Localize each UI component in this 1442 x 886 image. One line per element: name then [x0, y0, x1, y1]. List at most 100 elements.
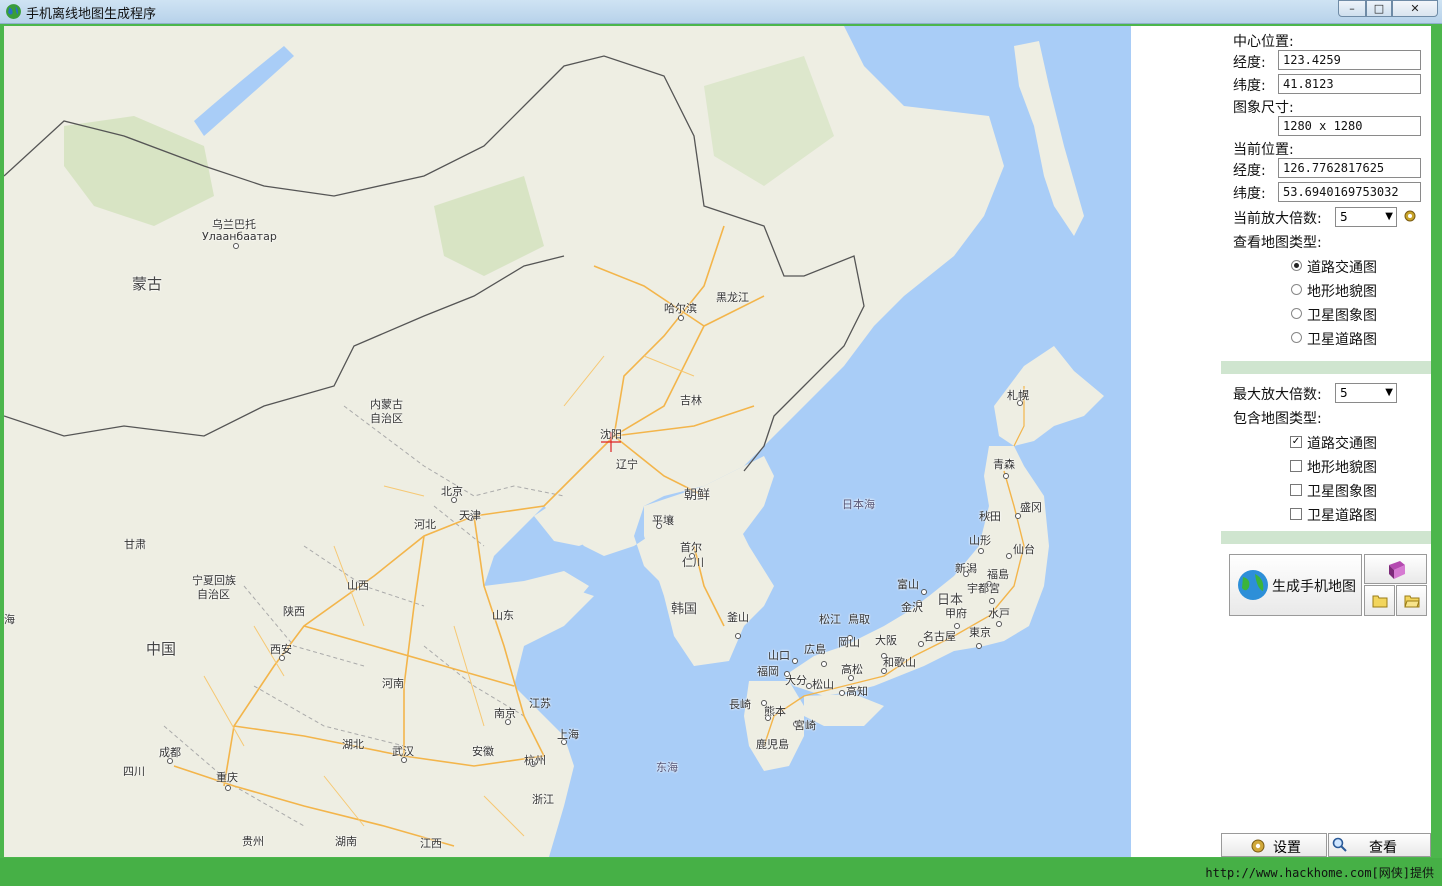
map-label-kagoshima: 鹿児島 — [756, 738, 789, 751]
view-type-option-label[interactable]: 卫星道路图 — [1307, 329, 1377, 349]
map-label-yamagata: 山形 — [969, 534, 991, 547]
map-label-jilin: 吉林 — [680, 394, 702, 407]
map-label-xian: 西安 — [270, 643, 292, 656]
view-type-option-label[interactable]: 地形地貌图 — [1307, 281, 1377, 301]
include-type-checkbox[interactable] — [1290, 508, 1302, 520]
app-window: 手机离线地图生成程序 – □ ✕ 乌兰巴托 Улаанбаатар 蒙古 内蒙古… — [0, 0, 1442, 886]
search-icon — [1332, 837, 1347, 852]
view-button-label: 查看 — [1369, 840, 1397, 856]
map-label-ulaanbaatar-ru: Улаанбаатар — [202, 230, 277, 243]
zoom-label: 当前放大倍数: — [1233, 211, 1322, 227]
map-label-utsunomiya: 宇都宮 — [967, 582, 1000, 595]
map-label-guizhou: 贵州 — [242, 835, 264, 848]
dropdown-arrow-icon: ▼ — [1385, 387, 1393, 398]
map-label-chongqing: 重庆 — [216, 771, 238, 784]
map-label-mito: 水戸 — [988, 607, 1010, 620]
map-label-okayama: 岡山 — [838, 636, 860, 649]
map-label-north-korea: 朝鲜 — [684, 488, 711, 503]
window-title: 手机离线地图生成程序 — [26, 7, 157, 22]
generate-mobile-map-button[interactable]: 生成手机地图 — [1229, 554, 1362, 616]
globe-icon — [1238, 570, 1268, 600]
status-text: http://www.hackhome.com[网侠]提供 — [1205, 866, 1434, 880]
map-label-shaanxi: 陕西 — [283, 605, 305, 618]
map-label-china: 中国 — [146, 640, 177, 658]
map-label-sea-west: 海 — [4, 613, 15, 626]
center-position-title: 中心位置: — [1233, 34, 1294, 50]
map-label-morioka: 盛冈 — [1020, 501, 1042, 514]
include-type-checkbox[interactable] — [1290, 460, 1302, 472]
map-label-matsuyama: 松山 — [812, 678, 834, 691]
map-label-hangzhou: 杭州 — [524, 754, 546, 767]
settings-button-label: 设置 — [1273, 840, 1301, 856]
map-label-shanxi: 山西 — [347, 579, 369, 592]
globe-icon — [6, 4, 21, 19]
view-type-option-label[interactable]: 卫星图象图 — [1307, 305, 1377, 325]
view-button[interactable]: 查看 — [1328, 833, 1431, 857]
help-book-button[interactable] — [1364, 554, 1427, 584]
settings-gear-icon[interactable] — [1402, 208, 1418, 224]
center-lat-input[interactable]: 41.8123 — [1278, 74, 1421, 94]
separator — [1221, 361, 1431, 374]
include-type-option-label[interactable]: 卫星道路图 — [1307, 505, 1377, 525]
map-label-matsue: 松江 — [819, 613, 841, 626]
include-type-option-label[interactable]: 卫星图象图 — [1307, 481, 1377, 501]
center-lat-label: 纬度: — [1233, 78, 1266, 94]
map-label-nanjing: 南京 — [494, 707, 516, 720]
folder-icon — [1372, 595, 1388, 608]
max-zoom-select[interactable]: 5 ▼ — [1335, 383, 1397, 403]
current-lon-input[interactable]: 126.7762817625 — [1278, 158, 1421, 178]
map-label-gansu: 甘肃 — [124, 538, 146, 551]
panel-gutter — [1131, 26, 1219, 857]
map-label-sendai: 仙台 — [1013, 543, 1035, 556]
map-label-anhui: 安徽 — [472, 745, 494, 758]
map-label-miyazaki: 宮崎 — [794, 719, 816, 732]
view-type-radio[interactable] — [1291, 284, 1302, 295]
save-folder-button[interactable] — [1396, 585, 1427, 616]
map-label-jiangsu: 江苏 — [529, 697, 551, 710]
view-type-option-label[interactable]: 道路交通图 — [1307, 257, 1377, 277]
gear-icon — [1251, 839, 1265, 853]
map-label-beijing: 北京 — [441, 485, 463, 498]
dropdown-arrow-icon: ▼ — [1385, 211, 1393, 222]
map-label-incheon: 仁川 — [682, 556, 704, 569]
generate-button-label: 生成手机地图 — [1272, 579, 1356, 595]
separator — [1221, 531, 1431, 544]
open-folder-button[interactable] — [1364, 585, 1395, 616]
map-label-shenyang: 沈阳 — [600, 428, 622, 441]
current-lat-input[interactable]: 53.6940169753032 — [1278, 182, 1421, 202]
maximize-button[interactable]: □ — [1366, 0, 1392, 17]
image-size-input[interactable]: 1280 x 1280 — [1278, 116, 1421, 136]
map-label-sapporo: 札幌 — [1007, 389, 1029, 402]
max-zoom-select-value: 5 — [1340, 386, 1348, 400]
include-type-option-label[interactable]: 道路交通图 — [1307, 433, 1377, 453]
minimize-button[interactable]: – — [1338, 0, 1366, 17]
center-lon-input[interactable]: 123.4259 — [1278, 50, 1421, 70]
view-type-radio[interactable] — [1291, 308, 1302, 319]
map-label-aomori: 青森 — [993, 458, 1015, 471]
include-type-option-label[interactable]: 地形地貌图 — [1307, 457, 1377, 477]
current-lat-label: 纬度: — [1233, 186, 1266, 202]
map-label-tokyo: 東京 — [969, 626, 991, 639]
status-bar: http://www.hackhome.com[网侠]提供 — [0, 858, 1442, 886]
map-label-niigata: 新潟 — [955, 562, 977, 575]
map-label-hunan: 湖南 — [335, 835, 357, 848]
close-button[interactable]: ✕ — [1392, 0, 1438, 17]
map-label-tottori: 鳥取 — [848, 613, 870, 626]
map-label-inner-mongolia-2: 自治区 — [370, 412, 403, 425]
map-label-kanazawa: 金沢 — [901, 601, 923, 614]
settings-button[interactable]: 设置 — [1221, 833, 1327, 857]
map-view[interactable]: 乌兰巴托 Улаанбаатар 蒙古 内蒙古 自治区 黑龙江 哈尔滨 吉林 沈… — [4, 26, 1131, 857]
map-label-wuhan: 武汉 — [392, 745, 414, 758]
map-label-sichuan: 四川 — [123, 765, 145, 778]
map-label-nagoya: 名古屋 — [923, 630, 956, 643]
zoom-select-value: 5 — [1340, 210, 1348, 224]
map-label-kumamoto: 熊本 — [764, 705, 786, 718]
view-type-radio[interactable] — [1291, 260, 1302, 271]
include-type-checkbox[interactable]: ✓ — [1290, 436, 1302, 448]
view-type-radio[interactable] — [1291, 332, 1302, 343]
title-bar[interactable]: 手机离线地图生成程序 – □ ✕ — [0, 0, 1442, 24]
include-type-checkbox[interactable] — [1290, 484, 1302, 496]
zoom-select[interactable]: 5 ▼ — [1335, 207, 1397, 227]
map-label-fukuoka: 福岡 — [757, 665, 779, 678]
current-lon-label: 经度: — [1233, 163, 1266, 179]
